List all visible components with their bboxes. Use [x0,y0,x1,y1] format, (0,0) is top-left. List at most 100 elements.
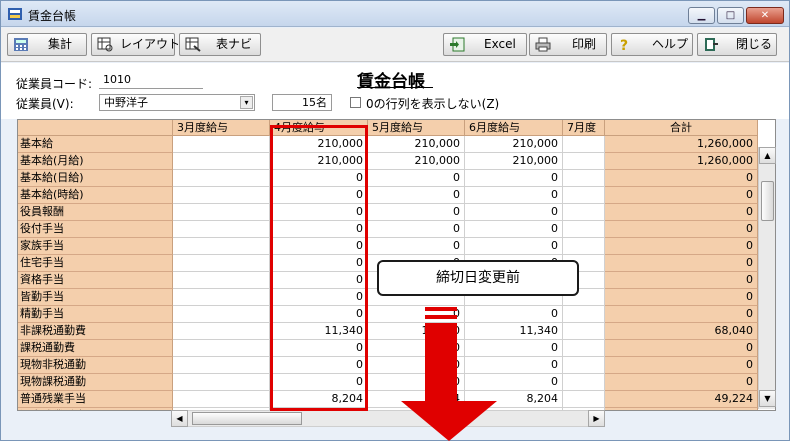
scroll-down-icon[interactable]: ▼ [759,390,776,407]
column-header-jun[interactable]: 6月度給与 [465,120,563,136]
value-cell[interactable]: 0 [368,221,465,238]
value-cell[interactable] [173,323,270,340]
value-cell[interactable] [563,187,605,204]
value-cell[interactable] [563,306,605,323]
table-row[interactable]: 基本給 210,000 210,000 210,000 1,260,000 [18,136,758,153]
value-cell[interactable]: 0 [465,170,563,187]
scroll-up-icon[interactable]: ▲ [759,147,776,164]
value-cell[interactable] [173,272,270,289]
table-row[interactable]: 精勤手当 0 0 0 0 [18,306,758,323]
close-window-button[interactable]: ✕ [746,7,784,24]
total-cell[interactable]: 0 [605,221,758,238]
value-cell[interactable] [173,340,270,357]
total-cell[interactable]: 0 [605,408,758,410]
value-cell[interactable] [563,204,605,221]
total-cell[interactable]: 0 [605,170,758,187]
table-row[interactable]: 非課税通勤費11,34011,34011,34068,040 [18,323,758,340]
table-row[interactable]: 普通残業手当8,2048,2048,20449,224 [18,391,758,408]
help-button[interactable]: ? ヘルプ [611,33,693,56]
table-row[interactable]: 基本給(時給) 0 0 0 0 [18,187,758,204]
table-row[interactable]: 役員報酬 0 0 0 0 [18,204,758,221]
value-cell[interactable] [173,170,270,187]
value-cell[interactable] [173,255,270,272]
total-cell[interactable]: 0 [605,357,758,374]
minimize-button[interactable]: ▁ [688,7,715,24]
employee-select[interactable]: 中野洋子 ▾ [99,94,255,111]
vertical-scrollbar[interactable]: ▲ ▼ [758,147,776,409]
value-cell[interactable] [563,323,605,340]
layout-button[interactable]: レイアウト [91,33,180,56]
value-cell[interactable] [563,374,605,391]
value-cell[interactable] [563,136,605,153]
value-cell[interactable]: 210,000 [465,136,563,153]
employee-code-field[interactable]: 1010 [99,72,203,89]
total-cell[interactable]: 0 [605,255,758,272]
scroll-left-icon[interactable]: ◀ [171,410,188,427]
total-cell[interactable]: 1,260,000 [605,153,758,170]
table-row[interactable]: 課税通勤費0000 [18,340,758,357]
table-row[interactable]: 役付手当 0 0 0 0 [18,221,758,238]
table-nav-button[interactable]: 表ナビ [179,33,261,56]
value-cell[interactable]: 0 [465,204,563,221]
value-cell[interactable] [563,391,605,408]
column-header-mar[interactable]: 3月度給与 [173,120,270,136]
table-row[interactable]: 家族手当 0 0 0 0 [18,238,758,255]
value-cell[interactable] [563,170,605,187]
table-row[interactable]: 基本給(月給) 210,000 210,000 210,000 1,260,000 [18,153,758,170]
value-cell[interactable] [173,238,270,255]
scroll-right-icon[interactable]: ▶ [588,410,605,427]
column-header-total[interactable]: 合計 [605,120,758,136]
value-cell[interactable]: 0 [368,238,465,255]
table-row[interactable]: 現物非税通勤0000 [18,357,758,374]
value-cell[interactable]: 210,000 [368,136,465,153]
value-cell[interactable] [563,238,605,255]
value-cell[interactable]: 0 [465,221,563,238]
value-cell[interactable] [173,357,270,374]
horizontal-scrollbar[interactable]: ◀ ▶ [171,410,605,427]
value-cell[interactable] [173,136,270,153]
total-cell[interactable]: 0 [605,340,758,357]
value-cell[interactable]: 0 [465,238,563,255]
column-header-may[interactable]: 5月度給与 [368,120,465,136]
value-cell[interactable]: 0 [368,204,465,221]
hide-zero-label[interactable]: 0の行列を表示しない(Z) [366,95,499,112]
value-cell[interactable] [563,221,605,238]
vertical-scroll-thumb[interactable] [761,181,774,221]
total-cell[interactable]: 0 [605,374,758,391]
value-cell[interactable] [563,357,605,374]
value-cell[interactable]: 0 [465,187,563,204]
value-cell[interactable] [563,153,605,170]
maximize-button[interactable]: □ [717,7,744,24]
chevron-down-icon[interactable]: ▾ [240,96,253,109]
total-cell[interactable]: 0 [605,272,758,289]
column-header-jul[interactable]: 7月度 [563,120,605,136]
value-cell[interactable]: 0 [368,170,465,187]
value-cell[interactable] [173,306,270,323]
value-cell[interactable] [173,153,270,170]
total-cell[interactable]: 49,224 [605,391,758,408]
table-row[interactable]: 基本給(日給) 0 0 0 0 [18,170,758,187]
value-cell[interactable] [173,221,270,238]
value-cell[interactable]: 210,000 [465,153,563,170]
total-cell[interactable]: 0 [605,306,758,323]
hide-zero-checkbox[interactable] [350,97,361,108]
value-cell[interactable] [563,340,605,357]
value-cell[interactable] [173,289,270,306]
total-cell[interactable]: 0 [605,289,758,306]
total-cell[interactable]: 1,260,000 [605,136,758,153]
value-cell[interactable]: 0 [368,187,465,204]
value-cell[interactable] [173,391,270,408]
value-cell[interactable] [173,204,270,221]
total-cell[interactable]: 0 [605,238,758,255]
excel-button[interactable]: Excel [443,33,527,56]
table-row[interactable]: 現物課税通勤0000 [18,374,758,391]
total-cell[interactable]: 0 [605,204,758,221]
value-cell[interactable] [173,187,270,204]
print-button[interactable]: 印刷 [529,33,607,56]
value-cell[interactable] [173,374,270,391]
total-cell[interactable]: 68,040 [605,323,758,340]
value-cell[interactable]: 210,000 [368,153,465,170]
total-cell[interactable]: 0 [605,187,758,204]
horizontal-scroll-thumb[interactable] [192,412,302,425]
close-button[interactable]: 閉じる [697,33,777,56]
